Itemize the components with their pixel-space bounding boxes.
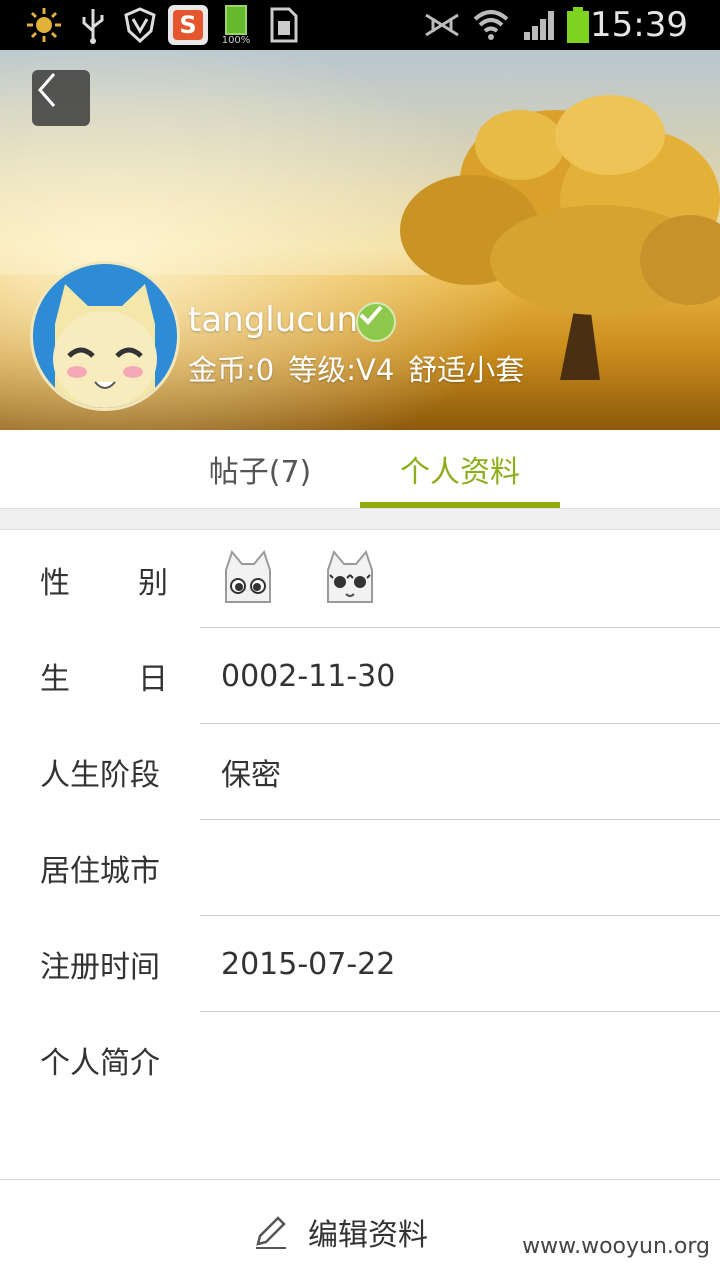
life-stage-label: 人生阶段: [40, 758, 160, 793]
watermark-text: www.wooyun.org: [522, 1234, 710, 1259]
city-label: 居住城市: [40, 854, 160, 889]
no-sim-signal-icon: [422, 0, 462, 50]
status-bar: S 100% 15:39: [0, 0, 720, 50]
profile-header-banner: tanglucun 金币:0 等级:V4 舒适小套: [0, 50, 720, 430]
shield-icon: [120, 0, 160, 50]
birthday-label-char-2: 日: [138, 662, 168, 697]
badge-label: 舒适小套: [408, 353, 525, 387]
gender-label-char-1: 性: [40, 566, 70, 601]
sogou-input-icon: S: [167, 0, 209, 50]
sim-card-icon: [266, 0, 302, 50]
level-label: 等级:V4: [288, 353, 395, 387]
battery-full-small-icon: 100%: [218, 0, 254, 50]
profile-row-life-stage: 人生阶段 保密: [0, 724, 720, 820]
coins-label: 金币:0: [188, 353, 275, 387]
register-time-label: 注册时间: [40, 950, 160, 985]
gender-label-char-2: 别: [138, 566, 168, 601]
tab-profile[interactable]: 个人资料: [360, 430, 560, 508]
female-cat-icon[interactable]: [322, 549, 378, 608]
status-time: 15:39: [590, 5, 688, 45]
usb-icon: [78, 0, 108, 50]
weather-sun-icon: [24, 0, 64, 50]
wifi-icon: [470, 0, 512, 50]
user-stats: 金币:0 等级:V4 舒适小套: [188, 350, 538, 390]
verified-check-icon: [356, 302, 396, 342]
profile-row-gender: 性 别: [0, 532, 720, 628]
bio-label: 个人简介: [40, 1046, 160, 1081]
birthday-label-char-1: 生: [40, 662, 70, 697]
birthday-label: 生 日: [40, 628, 168, 724]
male-cat-icon[interactable]: [220, 549, 276, 608]
back-button[interactable]: [32, 70, 90, 126]
battery-icon: [563, 0, 593, 50]
profile-row-birthday: 生 日 0002-11-30: [0, 628, 720, 724]
gender-label: 性 别: [40, 532, 168, 628]
cell-signal-icon: [520, 0, 560, 50]
profile-row-register-time: 注册时间 2015-07-22: [0, 916, 720, 1012]
edit-profile-label: 编辑资料: [308, 1218, 428, 1253]
bottom-bar: 编辑资料: [0, 1179, 720, 1280]
tab-posts[interactable]: 帖子(7): [160, 430, 360, 508]
chevron-left-icon: [38, 73, 56, 107]
pencil-icon: [256, 1216, 286, 1249]
register-time-value: 2015-07-22: [221, 946, 396, 982]
avatar-cat-image: [33, 264, 177, 408]
profile-row-city: 居住城市: [0, 820, 720, 916]
username: tanglucun: [188, 300, 359, 340]
profile-tabs: 帖子(7) 个人资料: [0, 430, 720, 508]
edit-profile-button[interactable]: 编辑资料: [252, 1202, 428, 1262]
avatar[interactable]: [30, 261, 180, 411]
battery-small-label: 100%: [221, 35, 251, 46]
life-stage-value: 保密: [221, 758, 281, 793]
tabs-divider: [0, 508, 720, 530]
birthday-value: 0002-11-30: [221, 658, 396, 694]
profile-row-bio: 个人简介: [0, 1012, 720, 1108]
